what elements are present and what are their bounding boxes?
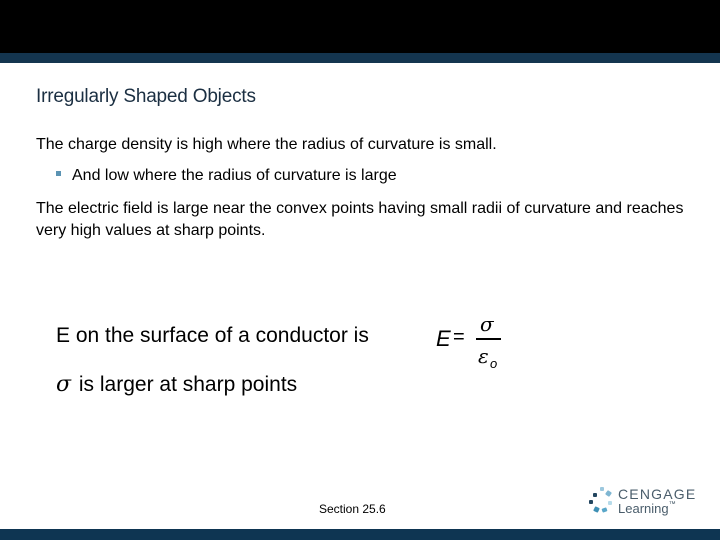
fraction-bar (476, 338, 501, 340)
formula-subscript: o (490, 356, 498, 371)
electric-field-text: The electric field is large near the con… (36, 200, 684, 239)
formula-lhs: E (436, 326, 451, 351)
cengage-logo-mark-icon (588, 487, 614, 515)
bullet-item: And low where the radius of curvature is… (56, 165, 397, 187)
formula-equals: = (453, 326, 465, 348)
logo-text-cengage: CENGAGE (618, 486, 697, 502)
e-surface-statement: E on the surface of a conductor is (56, 324, 369, 347)
cengage-learning-logo: CENGAGE Learning™ (588, 485, 698, 519)
logo-learning-word: Learning (618, 501, 669, 516)
slide-title: Irregularly Shaped Objects (36, 86, 256, 107)
bullet-text: And low where the radius of curvature is… (72, 167, 397, 184)
charge-density-text: The charge density is high where the rad… (36, 136, 497, 153)
footer-band (0, 529, 720, 540)
formula-denominator: ε (478, 344, 489, 368)
sigma-symbol: σ (56, 372, 72, 397)
logo-text-learning: Learning™ (618, 501, 676, 516)
sigma-statement-text: is larger at sharp points (78, 373, 298, 396)
header-accent-band (0, 53, 720, 63)
bullet-square-icon (56, 171, 61, 177)
section-label: Section 25.6 (319, 502, 386, 516)
formula-e-equals-sigma-over-epsilon: E = σ ε o (436, 312, 506, 374)
header-bar (0, 0, 720, 53)
logo-trademark: ™ (668, 501, 676, 508)
sigma-statement: σ is larger at sharp points (56, 372, 297, 397)
formula-numerator: σ (480, 312, 494, 336)
